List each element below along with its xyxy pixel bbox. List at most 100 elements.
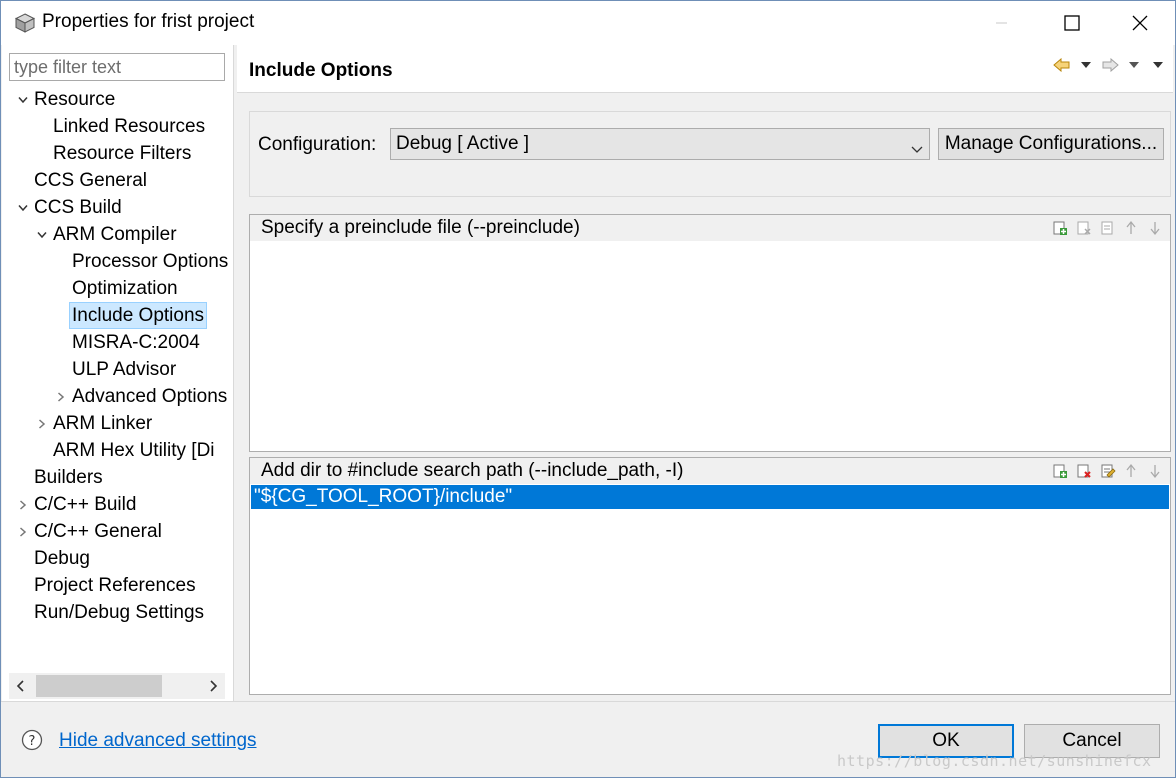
tree-item[interactable]: Resource Filters: [2, 140, 230, 167]
back-menu-chevron-down-icon[interactable]: [1075, 55, 1097, 75]
tree-item[interactable]: Include Options: [2, 302, 230, 329]
tree-item[interactable]: Processor Options: [2, 248, 230, 275]
include-path-list-panel: Add dir to #include search path (--inclu…: [249, 457, 1171, 695]
tree-item[interactable]: CCS Build: [2, 194, 230, 221]
tree-item-label: ARM Linker: [53, 413, 153, 434]
configuration-value: Debug [ Active ]: [396, 133, 530, 154]
include-path-row[interactable]: "${CG_TOOL_ROOT}/include": [251, 485, 1169, 509]
scroll-left-icon[interactable]: [9, 673, 33, 699]
chevron-down-icon[interactable]: [35, 221, 49, 248]
svg-text:?: ?: [29, 734, 36, 749]
configuration-select[interactable]: Debug [ Active ]: [390, 128, 930, 160]
dialog-button-bar: ? Hide advanced settings OK Cancel https…: [1, 701, 1175, 777]
tree-item[interactable]: ARM Compiler: [2, 221, 230, 248]
help-icon[interactable]: ?: [21, 729, 43, 751]
preinclude-list-panel: Specify a preinclude file (--preinclude): [249, 214, 1171, 452]
tree-item[interactable]: ARM Linker: [2, 410, 230, 437]
horizontal-scrollbar[interactable]: [9, 673, 225, 699]
tree-item[interactable]: C/C++ General: [2, 518, 230, 545]
watermark: https://blog.csdn.net/sunshinefcx: [837, 752, 1152, 770]
tree-item-label: Debug: [34, 548, 90, 569]
page-navigation: [1051, 55, 1169, 75]
minimize-button[interactable]: [967, 1, 1037, 45]
view-menu-chevron-down-icon[interactable]: [1147, 55, 1169, 75]
configuration-group: Configuration: Debug [ Active ] Manage C…: [249, 111, 1171, 197]
preinclude-header: Specify a preinclude file (--preinclude): [250, 215, 1170, 241]
tree-item[interactable]: Project References: [2, 572, 230, 599]
tree-item-label: Advanced Options: [72, 386, 228, 407]
chevron-right-icon[interactable]: [16, 491, 30, 518]
filter-input[interactable]: [9, 53, 225, 81]
tree-item-label: ARM Compiler: [53, 224, 177, 245]
page-header: Include Options: [237, 45, 1173, 93]
tree-item-label: CCS Build: [34, 197, 122, 218]
tree-item[interactable]: Run/Debug Settings: [2, 599, 230, 626]
tree-item-label: Include Options: [69, 302, 208, 329]
include-path-title: Add dir to #include search path (--inclu…: [261, 460, 684, 481]
preinclude-title: Specify a preinclude file (--preinclude): [261, 217, 580, 238]
chevron-down-icon: [911, 138, 923, 160]
chevron-right-icon[interactable]: [54, 383, 68, 410]
tree-item[interactable]: Resource: [2, 86, 230, 113]
tree-item-label: Optimization: [72, 278, 178, 299]
property-tree: Resource Linked Resources Resource Filters…: [2, 85, 230, 667]
edit-icon: [1098, 219, 1118, 237]
content-panel: Include Options Configuration: Debug [A…: [237, 45, 1173, 701]
tree-item-label: Resource Filters: [53, 143, 192, 164]
maximize-button[interactable]: [1037, 1, 1107, 45]
tree-item-label: C/C++ General: [34, 521, 162, 542]
tree-item-label: MISRA-C:2004: [72, 332, 200, 353]
tree-item-label: ARM Hex Utility [Di: [53, 440, 215, 461]
tree-item[interactable]: Debug: [2, 545, 230, 572]
include-path-header: Add dir to #include search path (--inclu…: [250, 458, 1170, 484]
tree-item-label: CCS General: [34, 170, 147, 191]
move-down-icon: [1146, 462, 1166, 480]
chevron-down-icon[interactable]: [16, 86, 30, 113]
tree-item[interactable]: MISRA-C:2004: [2, 329, 230, 356]
title-bar: Properties for frist project: [1, 1, 1175, 45]
edit-icon[interactable]: [1098, 462, 1118, 480]
hide-advanced-settings-link[interactable]: Hide advanced settings: [59, 730, 257, 752]
tree-item[interactable]: ARM Hex Utility [Di: [2, 437, 230, 464]
close-button[interactable]: [1105, 1, 1175, 45]
tree-item-label: Processor Options: [72, 251, 229, 272]
chevron-right-icon[interactable]: [16, 518, 30, 545]
minimize-icon: [996, 22, 1007, 24]
move-down-icon: [1146, 219, 1166, 237]
forward-menu-chevron-down-icon[interactable]: [1123, 55, 1145, 75]
window-title: Properties for frist project: [42, 11, 255, 32]
tree-item-label: Run/Debug Settings: [34, 602, 205, 623]
manage-configurations-button[interactable]: Manage Configurations...: [938, 128, 1164, 160]
navigation-panel: Resource Linked Resources Resource Filters…: [2, 45, 234, 701]
tree-item-label: Builders: [34, 467, 103, 488]
move-up-icon: [1122, 219, 1142, 237]
tree-item-label: ULP Advisor: [72, 359, 177, 380]
scroll-right-icon[interactable]: [201, 673, 225, 699]
tree-item[interactable]: Advanced Options: [2, 383, 230, 410]
tree-item[interactable]: Optimization: [2, 275, 230, 302]
configuration-label: Configuration:: [258, 134, 377, 155]
add-icon[interactable]: [1050, 462, 1070, 480]
package-cube-icon: [14, 12, 36, 34]
chevron-right-icon[interactable]: [35, 410, 49, 437]
tree-item-label: Linked Resources: [53, 116, 206, 137]
properties-dialog: Properties for frist project Resource Lin…: [0, 0, 1176, 778]
add-icon[interactable]: [1050, 219, 1070, 237]
tree-item[interactable]: Linked Resources: [2, 113, 230, 140]
tree-item[interactable]: Builders: [2, 464, 230, 491]
back-arrow-icon[interactable]: [1051, 55, 1073, 75]
preinclude-toolbar: [1050, 219, 1166, 237]
tree-item[interactable]: CCS General: [2, 167, 230, 194]
scrollbar-thumb[interactable]: [36, 675, 162, 697]
delete-icon: [1074, 219, 1094, 237]
tree-item-label: C/C++ Build: [34, 494, 137, 515]
delete-icon[interactable]: [1074, 462, 1094, 480]
include-path-toolbar: [1050, 462, 1166, 480]
forward-arrow-icon: [1099, 55, 1121, 75]
maximize-icon: [1064, 15, 1080, 31]
tree-item[interactable]: ULP Advisor: [2, 356, 230, 383]
tree-item[interactable]: C/C++ Build: [2, 491, 230, 518]
chevron-down-icon[interactable]: [16, 194, 30, 221]
tree-item-label: Resource: [34, 89, 116, 110]
page-title: Include Options: [249, 60, 393, 81]
